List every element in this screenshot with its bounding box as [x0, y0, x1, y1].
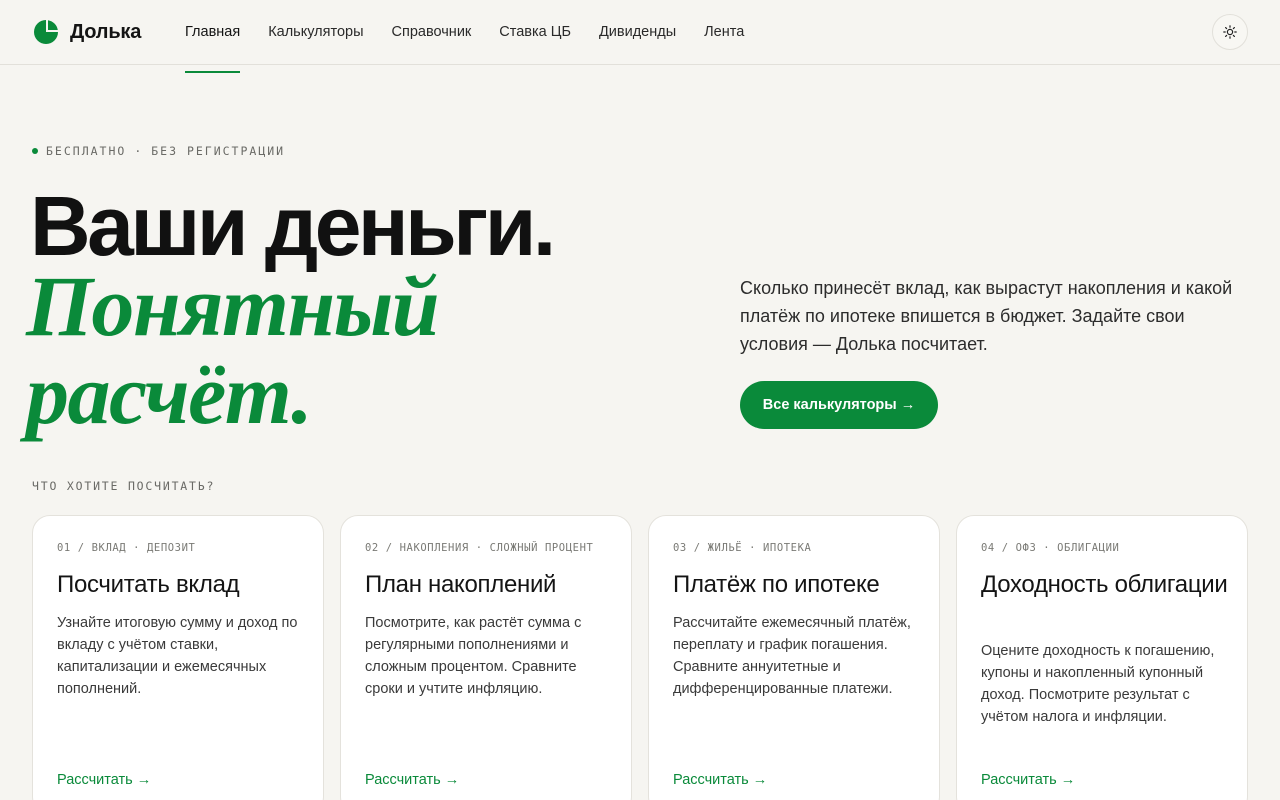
eyebrow-separator: · — [134, 144, 144, 158]
sun-icon — [1223, 25, 1237, 39]
card-bonds[interactable]: 04 / ОФЗ · ОБЛИГАЦИИ Доходность облигаци… — [956, 515, 1248, 800]
site-header: Долька Главная Калькуляторы Справочник С… — [0, 0, 1280, 73]
nav-item-home[interactable]: Главная — [185, 0, 241, 73]
card-calculate-link[interactable]: Рассчитать → — [365, 772, 459, 788]
card-title: План накоплений — [365, 571, 557, 598]
card-savings[interactable]: 02 / НАКОПЛЕНИЯ · СЛОЖНЫЙ ПРОЦЕНТ План н… — [340, 515, 632, 800]
nav-item-key-rate[interactable]: Ставка ЦБ — [499, 0, 571, 65]
card-deposit[interactable]: 01 / ВКЛАД · ДЕПОЗИТ Посчитать вклад Узн… — [32, 515, 324, 800]
logo-icon — [34, 20, 58, 44]
nav-item-reference[interactable]: Справочник — [392, 0, 472, 65]
card-calculate-link[interactable]: Рассчитать → — [57, 772, 151, 788]
nav-item-calculators[interactable]: Калькуляторы — [268, 0, 363, 65]
card-calculate-link[interactable]: Рассчитать → — [981, 772, 1075, 788]
card-meta: 03 / ЖИЛЬЁ · ИПОТЕКА — [673, 542, 812, 554]
hero-lead: Сколько принесёт вклад, как вырастут нак… — [740, 278, 1233, 354]
card-mortgage[interactable]: 03 / ЖИЛЬЁ · ИПОТЕКА Платёж по ипотеке Р… — [648, 515, 940, 800]
hero-accent-line-1: Понятный — [26, 258, 440, 354]
card-description: Посмотрите, как растёт сумма с регулярны… — [365, 615, 582, 697]
card-meta: 02 / НАКОПЛЕНИЯ · СЛОЖНЫЙ ПРОЦЕНТ — [365, 542, 594, 554]
card-description: Рассчитайте ежемесячный платёж, переплат… — [673, 615, 911, 697]
brand-name: Долька — [70, 20, 142, 43]
theme-toggle-button[interactable] — [1212, 14, 1248, 50]
main-nav: Главная Калькуляторы Справочник Ставка Ц… — [185, 0, 744, 73]
card-title: Посчитать вклад — [57, 571, 240, 598]
card-meta: 01 / ВКЛАД · ДЕПОЗИТ — [57, 542, 196, 554]
card-title: Доходность облигации — [981, 571, 1228, 598]
logo-link[interactable]: Долька — [33, 19, 141, 45]
section-label: ЧТО ХОТИТЕ ПОСЧИТАТЬ? — [32, 479, 216, 493]
hero-accent-line-2: расчёт. — [26, 346, 313, 442]
card-calculate-link[interactable]: Рассчитать → — [673, 772, 767, 788]
eyebrow-free: БЕСПЛАТНО — [46, 144, 127, 158]
card-title: Платёж по ипотеке — [673, 571, 880, 598]
hero-eyebrow: БЕСПЛАТНО · БЕЗ РЕГИСТРАЦИИ — [32, 144, 285, 158]
eyebrow-no-registration: БЕЗ РЕГИСТРАЦИИ — [151, 144, 286, 158]
card-meta: 04 / ОФЗ · ОБЛИГАЦИИ — [981, 542, 1120, 554]
card-description: Узнайте итоговую сумму и доход по вкладу… — [57, 615, 298, 697]
nav-item-dividends[interactable]: Дивиденды — [599, 0, 676, 65]
nav-item-feed[interactable]: Лента — [704, 0, 744, 65]
all-calculators-button[interactable]: Все калькуляторы → — [740, 381, 938, 429]
hero-accent-title: Понятный расчёт. — [26, 258, 440, 442]
status-dot — [32, 148, 38, 154]
card-description: Оцените доходность к погашению, купоны и… — [981, 643, 1215, 725]
